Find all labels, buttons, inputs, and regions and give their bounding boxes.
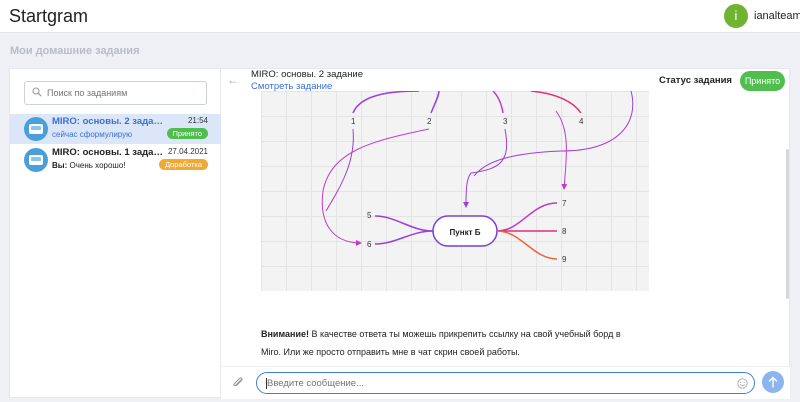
preview-sender: Вы: (52, 161, 68, 170)
username[interactable]: ianalteam (754, 10, 800, 22)
brand-logo[interactable]: Startgram (9, 6, 88, 27)
curve (555, 110, 568, 190)
chat-title: MIRO: основы. 2 задание (251, 69, 364, 80)
task-avatar-icon (24, 148, 48, 172)
node-number: 7 (562, 199, 567, 208)
message-text: Внимание! В качестве ответа ты можешь пр… (261, 325, 649, 361)
top-bar: Startgram i ianalteam (0, 0, 800, 33)
curve (492, 91, 504, 114)
node-number: 8 (562, 227, 567, 236)
preview-text: Очень хорошо! (69, 161, 126, 170)
node-number: 5 (367, 211, 372, 220)
message-body: В качестве ответа ты можешь прикрепить с… (261, 329, 621, 357)
sidebar: MIRO: основы. 2 задание 21:54 сейчас сфо… (9, 68, 222, 398)
node-number: 1 (351, 117, 356, 126)
branch (496, 202, 558, 232)
message-strong: Внимание! (261, 329, 309, 339)
conversation-preview: Вы: Очень хорошо! (52, 161, 126, 170)
curve (325, 128, 354, 212)
conversation-item[interactable]: MIRO: основы. 1 задание 27.04.2021 Вы: О… (10, 145, 222, 175)
status-badge: Доработка (158, 159, 208, 170)
conversation-time: 21:54 (187, 116, 208, 125)
back-arrow-icon[interactable]: ← (227, 73, 239, 87)
curve (473, 91, 634, 177)
conversation-title: MIRO: основы. 1 задание (52, 147, 164, 158)
curve (321, 128, 430, 246)
board-image: 1 2 3 4 5 6 Пункт Б 7 8 9 (261, 91, 649, 291)
page-title: Мои домашние задания (10, 45, 140, 57)
node-number: 2 (427, 117, 432, 126)
conversation-time: 27.04.2021 (167, 147, 208, 156)
node-number: 3 (503, 117, 508, 126)
message-input-box[interactable] (256, 372, 755, 394)
curve (530, 91, 582, 114)
mindmap-diagram: 1 2 3 4 5 6 Пункт Б 7 8 9 (321, 91, 634, 264)
message-area: 1 2 3 4 5 6 Пункт Б 7 8 9 Внимание! В ка… (261, 91, 649, 366)
node-number: 9 (562, 255, 567, 264)
node-number: 4 (579, 117, 584, 126)
conversation-item[interactable]: MIRO: основы. 2 задание 21:54 сейчас сфо… (10, 114, 222, 144)
curve (352, 91, 420, 114)
branch (374, 215, 434, 232)
conversation-preview: сейчас сформулирую (52, 130, 133, 139)
emoji-icon[interactable] (737, 378, 748, 389)
branch (374, 230, 434, 245)
task-avatar-icon (24, 117, 48, 141)
curve (430, 91, 440, 114)
search-box[interactable] (24, 81, 207, 105)
status-button[interactable]: Принято (740, 71, 785, 91)
status-badge: Принято (166, 128, 208, 139)
branch (496, 230, 558, 260)
chat-panel: ← MIRO: основы. 2 задание Смотреть задан… (221, 68, 790, 399)
message-input[interactable] (267, 376, 727, 391)
composer (221, 366, 790, 399)
conversation-title: MIRO: основы. 2 задание (52, 116, 164, 127)
search-input[interactable] (47, 85, 202, 101)
arrow-up-icon (768, 376, 778, 388)
paperclip-icon[interactable] (231, 375, 245, 391)
curve (463, 128, 508, 208)
scrollbar[interactable] (786, 149, 789, 299)
center-node-label: Пункт Б (450, 228, 481, 237)
search-icon (32, 87, 42, 97)
user-avatar[interactable]: i (724, 4, 748, 28)
status-label: Статус задания (659, 75, 732, 86)
send-button[interactable] (762, 371, 784, 393)
node-number: 6 (367, 240, 372, 249)
